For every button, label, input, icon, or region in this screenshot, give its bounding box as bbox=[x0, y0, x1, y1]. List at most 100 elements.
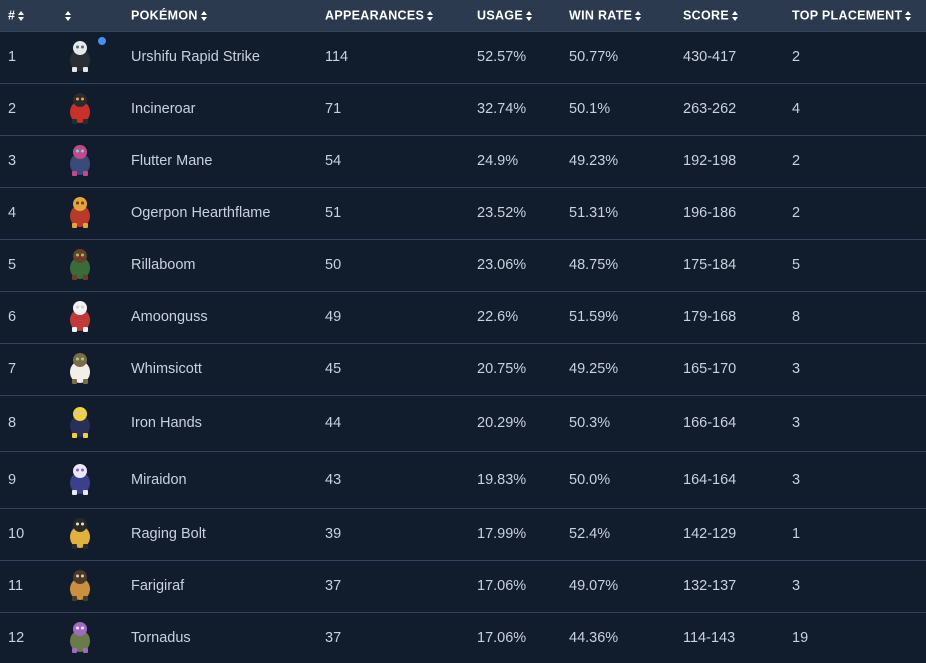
usage-value: 23.06% bbox=[477, 257, 527, 273]
farigiraf-icon bbox=[70, 570, 90, 601]
sprite-cell bbox=[62, 135, 131, 187]
win-rate-value: 50.1% bbox=[569, 101, 611, 117]
column-header-usage[interactable]: USAGE bbox=[477, 0, 569, 31]
table-row[interactable]: 7 Whimsicott 45 20.75% 49.25% 165-170 3 bbox=[0, 343, 926, 395]
pokemon-usage-table: # POKÉMON APPEARANCES USAGE WIN RATE SCO… bbox=[0, 0, 926, 663]
score-value: 196-186 bbox=[683, 205, 737, 221]
win-rate-value: 51.31% bbox=[569, 205, 619, 221]
win-rate-value: 49.25% bbox=[569, 361, 619, 377]
sprite-wrapper bbox=[62, 460, 102, 500]
score-value: 192-198 bbox=[683, 153, 737, 169]
rank-cell: 12 bbox=[8, 629, 25, 646]
score-value: 179-168 bbox=[683, 309, 737, 325]
column-header-appearances[interactable]: APPEARANCES bbox=[325, 0, 477, 31]
pokemon-name[interactable]: Rillaboom bbox=[131, 239, 325, 291]
rank-cell: 1 bbox=[8, 49, 17, 65]
usage-value: 23.52% bbox=[477, 205, 527, 221]
sort-icon[interactable] bbox=[18, 10, 25, 21]
score-value: 142-129 bbox=[683, 526, 737, 542]
appearances-value: 37 bbox=[325, 629, 342, 646]
whimsicott-icon bbox=[70, 353, 90, 384]
top-placement-value: 3 bbox=[792, 361, 801, 377]
appearances-value: 114 bbox=[325, 49, 349, 65]
pokemon-name[interactable]: Miraidon bbox=[131, 451, 325, 508]
sprite-cell bbox=[62, 395, 131, 451]
miraidon-icon bbox=[70, 463, 90, 495]
top-placement-value: 3 bbox=[792, 578, 801, 594]
raging-bolt-icon bbox=[70, 518, 90, 549]
sprite-cell bbox=[62, 451, 131, 508]
column-header-sprite[interactable] bbox=[62, 0, 131, 31]
table-row[interactable]: 8 Iron Hands 44 20.29% 50.3% 166-164 3 bbox=[0, 395, 926, 451]
pokemon-name[interactable]: Incineroar bbox=[131, 83, 325, 135]
score-value: 164-164 bbox=[683, 471, 737, 488]
pokemon-name[interactable]: Raging Bolt bbox=[131, 508, 325, 560]
column-header-top-placement[interactable]: TOP PLACEMENT bbox=[792, 0, 926, 31]
sprite-wrapper bbox=[62, 193, 102, 233]
sprite-cell bbox=[62, 239, 131, 291]
table-row[interactable]: 2 Incineroar 71 32.74% 50.1% 263-262 4 bbox=[0, 83, 926, 135]
sprite-cell bbox=[62, 187, 131, 239]
sprite-cell bbox=[62, 612, 131, 663]
rank-cell: 9 bbox=[8, 471, 17, 488]
table-row[interactable]: 11 Farigiraf 37 17.06% 49.07% 132-137 3 bbox=[0, 560, 926, 612]
table-row[interactable]: 4 Ogerpon Hearthflame 51 23.52% 51.31% 196-18… bbox=[0, 187, 926, 239]
appearances-value: 51 bbox=[325, 205, 342, 221]
table-row[interactable]: 6 Amoonguss 49 22.6% 51.59% 179-168 8 bbox=[0, 291, 926, 343]
rank-cell: 4 bbox=[8, 205, 17, 221]
sort-icon[interactable] bbox=[200, 10, 208, 21]
sort-icon[interactable] bbox=[427, 10, 434, 21]
pokemon-name[interactable]: Tornadus bbox=[131, 612, 325, 663]
incineroar-icon bbox=[70, 93, 90, 124]
sprite-cell bbox=[62, 31, 131, 83]
pokemon-name[interactable]: Farigiraf bbox=[131, 560, 325, 612]
table-row[interactable]: 5 Rillaboom 50 23.06% 48.75% 175-184 5 bbox=[0, 239, 926, 291]
rank-cell: 5 bbox=[8, 257, 17, 273]
win-rate-value: 50.3% bbox=[569, 415, 611, 431]
usage-value: 17.99% bbox=[477, 526, 527, 542]
column-header-win-rate[interactable]: WIN RATE bbox=[569, 0, 683, 31]
appearances-value: 37 bbox=[325, 578, 342, 594]
rank-cell: 7 bbox=[8, 361, 17, 377]
sprite-wrapper bbox=[62, 297, 102, 337]
pokemon-name[interactable]: Amoonguss bbox=[131, 291, 325, 343]
pokemon-name[interactable]: Whimsicott bbox=[131, 343, 325, 395]
table-row[interactable]: 1 Urshifu Rapid Strike 114 52.57% 50.77% 430-… bbox=[0, 31, 926, 83]
pokemon-name[interactable]: Flutter Mane bbox=[131, 135, 325, 187]
pokemon-name[interactable]: Iron Hands bbox=[131, 395, 325, 451]
usage-value: 22.6% bbox=[477, 309, 519, 325]
table-row[interactable]: 3 Flutter Mane 54 24.9% 49.23% 192-198 2 bbox=[0, 135, 926, 187]
status-dot-icon bbox=[98, 37, 106, 45]
appearances-value: 50 bbox=[325, 257, 342, 273]
score-value: 165-170 bbox=[683, 361, 737, 377]
column-header-pokemon[interactable]: POKÉMON bbox=[131, 0, 325, 31]
top-placement-value: 2 bbox=[792, 205, 801, 221]
column-header-usage-label: USAGE bbox=[477, 8, 523, 23]
table-row[interactable]: 10 Raging Bolt 39 17.99% 52.4% 142-129 1 bbox=[0, 508, 926, 560]
rank-cell: 2 bbox=[8, 101, 17, 117]
column-header-score[interactable]: SCORE bbox=[683, 0, 792, 31]
pokemon-name[interactable]: Ogerpon Hearthflame bbox=[131, 187, 325, 239]
sort-icon[interactable] bbox=[731, 10, 739, 21]
sort-icon[interactable] bbox=[635, 10, 642, 21]
sort-icon[interactable] bbox=[905, 10, 912, 21]
sort-icon[interactable] bbox=[65, 10, 72, 21]
pokemon-name[interactable]: Urshifu Rapid Strike bbox=[131, 31, 325, 83]
sort-icon[interactable] bbox=[525, 10, 533, 21]
score-value: 430-417 bbox=[683, 49, 737, 65]
top-placement-value: 1 bbox=[792, 526, 801, 542]
sprite-wrapper bbox=[62, 349, 102, 389]
usage-value: 20.29% bbox=[477, 415, 527, 431]
amoonguss-icon bbox=[70, 301, 90, 332]
rank-cell: 8 bbox=[8, 415, 17, 431]
table-row[interactable]: 9 Miraidon 43 19.83% 50.0% 164-164 3 bbox=[0, 451, 926, 508]
usage-value: 52.57% bbox=[477, 49, 527, 65]
top-placement-value: 2 bbox=[792, 153, 801, 169]
usage-value: 17.06% bbox=[477, 629, 527, 646]
column-header-rank[interactable]: # bbox=[0, 0, 62, 31]
sprite-cell bbox=[62, 560, 131, 612]
table-row[interactable]: 12 Tornadus 37 17.06% 44.36% 114-143 19 bbox=[0, 612, 926, 663]
sprite-wrapper bbox=[62, 618, 102, 658]
appearances-value: 44 bbox=[325, 415, 342, 431]
win-rate-value: 48.75% bbox=[569, 257, 619, 273]
